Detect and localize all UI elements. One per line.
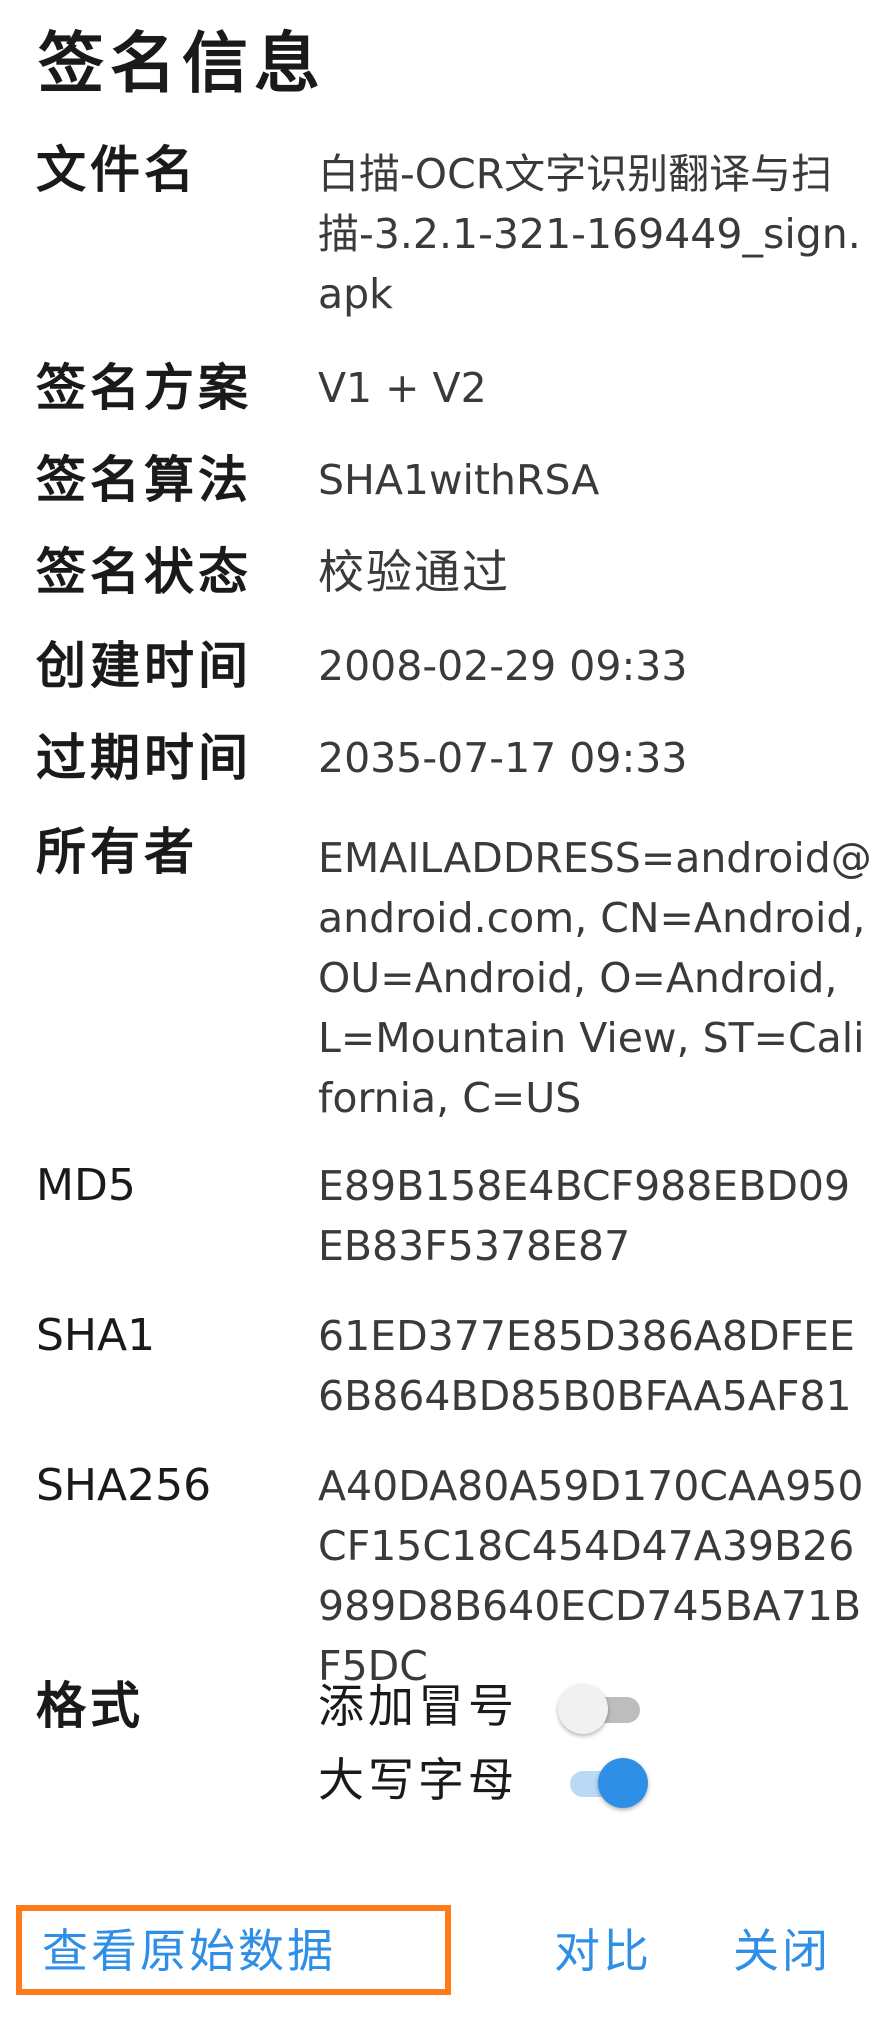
colon-toggle-knob bbox=[558, 1684, 608, 1734]
dialog-title: 签名信息 bbox=[38, 25, 326, 102]
created-label: 创建时间 bbox=[36, 637, 252, 695]
uppercase-toggle[interactable] bbox=[558, 1758, 648, 1808]
status-value: 校验通过 bbox=[318, 545, 510, 599]
algorithm-value: SHA1withRSA bbox=[318, 456, 600, 504]
signature-info-dialog: 签名信息 文件名 白描-OCR文字识别翻译与扫描-3.2.1-321-16944… bbox=[0, 0, 893, 2030]
md5-row: MD5 E89B158E4BCF988EBD09EB83F5378E87 bbox=[36, 1156, 856, 1276]
owner-label: 所有者 bbox=[36, 823, 198, 881]
colon-toggle[interactable] bbox=[558, 1684, 648, 1734]
filename-value: 白描-OCR文字识别翻译与扫描-3.2.1-321-169449_sign.ap… bbox=[318, 150, 861, 318]
owner-value: EMAILADDRESS=android@android.com, CN=And… bbox=[318, 834, 872, 1122]
status-label: 签名状态 bbox=[36, 543, 252, 601]
scheme-value: V1 + V2 bbox=[318, 364, 487, 412]
algorithm-label: 签名算法 bbox=[36, 451, 252, 509]
algorithm-row: 签名算法 SHA1withRSA bbox=[36, 450, 856, 510]
md5-value: E89B158E4BCF988EBD09EB83F5378E87 bbox=[318, 1162, 851, 1270]
colon-option-label: 添加冒号 bbox=[318, 1679, 518, 1733]
colon-option: 添加冒号 bbox=[318, 1672, 698, 1742]
filename-label: 文件名 bbox=[36, 141, 198, 199]
md5-label: MD5 bbox=[36, 1160, 136, 1211]
uppercase-toggle-knob bbox=[598, 1758, 648, 1808]
sha256-row: SHA256 A40DA80A59D170CAA950CF15C18C454D4… bbox=[36, 1456, 863, 1690]
expires-label: 过期时间 bbox=[36, 729, 252, 787]
compare-button[interactable]: 对比 bbox=[554, 1921, 652, 1981]
expires-row: 过期时间 2035-07-17 09:33 bbox=[36, 728, 856, 788]
sha1-label: SHA1 bbox=[36, 1310, 156, 1361]
created-value: 2008-02-29 09:33 bbox=[318, 642, 688, 690]
sha256-value: A40DA80A59D170CAA950CF15C18C454D47A39B26… bbox=[318, 1462, 864, 1690]
created-row: 创建时间 2008-02-29 09:33 bbox=[36, 636, 856, 696]
view-raw-data-button[interactable]: 查看原始数据 bbox=[16, 1905, 451, 1995]
close-button[interactable]: 关闭 bbox=[733, 1921, 831, 1981]
sha1-value: 61ED377E85D386A8DFEE6B864BD85B0BFAA5AF81 bbox=[318, 1312, 855, 1420]
sha1-row: SHA1 61ED377E85D386A8DFEE6B864BD85B0BFAA… bbox=[36, 1306, 856, 1426]
format-label: 格式 bbox=[36, 1677, 144, 1735]
sha256-label: SHA256 bbox=[36, 1460, 212, 1511]
uppercase-option: 大写字母 bbox=[318, 1746, 698, 1816]
scheme-row: 签名方案 V1 + V2 bbox=[36, 358, 856, 418]
scheme-label: 签名方案 bbox=[36, 359, 252, 417]
filename-row: 文件名 白描-OCR文字识别翻译与扫描-3.2.1-321-169449_sig… bbox=[36, 140, 861, 320]
uppercase-option-label: 大写字母 bbox=[318, 1753, 518, 1807]
owner-row: 所有者 EMAILADDRESS=android@android.com, CN… bbox=[36, 822, 872, 1122]
expires-value: 2035-07-17 09:33 bbox=[318, 734, 688, 782]
status-row: 签名状态 校验通过 bbox=[36, 542, 856, 602]
dialog-actions: 查看原始数据 对比 关闭 bbox=[0, 1905, 893, 2015]
